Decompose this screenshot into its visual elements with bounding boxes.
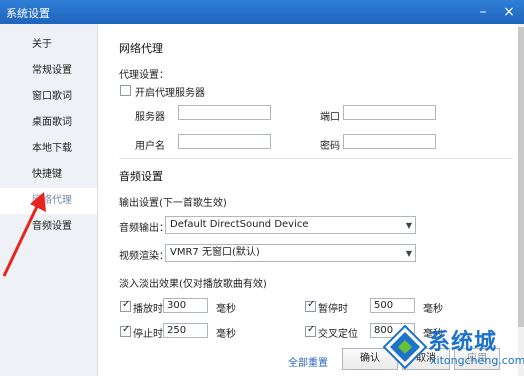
stop-fade-input[interactable]: 250 (163, 323, 208, 338)
minimize-icon[interactable]: – (470, 0, 496, 24)
server-input[interactable] (178, 105, 271, 120)
title-bar: 系统设置 – × (0, 0, 524, 24)
password-input[interactable] (343, 134, 436, 149)
close-icon[interactable]: × (496, 0, 522, 24)
watermark: 系统城 xitongcheng.com (382, 322, 524, 374)
sidebar-item-window-lyrics[interactable]: 窗口歌词 (0, 84, 97, 110)
username-input[interactable] (178, 134, 271, 149)
sidebar-item-desktop-lyrics[interactable]: 桌面歌词 (0, 110, 97, 136)
site-logo-icon (382, 324, 428, 370)
pause-fade-input[interactable]: 500 (370, 298, 415, 313)
play-fade-input[interactable]: 300 (163, 298, 208, 313)
password-label: 密码 (320, 141, 340, 152)
audio-output-value: Default DirectSound Device (170, 219, 309, 230)
play-fade-unit: 毫秒 (216, 304, 236, 315)
proxy-section-title: 网络代理 (119, 42, 163, 55)
video-render-label: 视频渲染： (119, 251, 169, 262)
chevron-down-icon: ▼ (405, 249, 412, 258)
sidebar-item-general[interactable]: 常规设置 (0, 58, 97, 84)
play-fade-checkbox[interactable] (120, 299, 131, 312)
sidebar-item-hotkeys[interactable]: 快捷键 (0, 162, 97, 188)
watermark-title: 系统城 (428, 330, 498, 355)
reset-all-link[interactable]: 全部重置 (288, 354, 328, 369)
seek-fade-checkbox[interactable] (305, 324, 316, 337)
pause-fade-checkbox[interactable] (305, 299, 316, 312)
pause-fade-label: 暂停时 (318, 304, 348, 315)
scrollbar-thumb[interactable] (518, 27, 524, 327)
video-render-value: VMR7 无窗口(默认) (170, 247, 260, 258)
seek-fade-label: 交叉定位 (318, 329, 358, 340)
sidebar-item-local-download[interactable]: 本地下载 (0, 136, 97, 162)
stop-fade-unit: 毫秒 (216, 329, 236, 340)
video-render-select[interactable]: VMR7 无窗口(默认) ▼ (165, 244, 416, 262)
pause-fade-unit: 毫秒 (423, 304, 443, 315)
server-label: 服务器 (135, 112, 165, 123)
output-settings-label: 输出设置(下一首歌生效) (119, 198, 227, 209)
stop-fade-label: 停止时 (133, 329, 163, 340)
play-fade-label: 播放时 (133, 304, 163, 315)
fade-effect-label: 淡入淡出效果(仅对播放歌曲有效) (119, 279, 267, 290)
audio-section-title: 音频设置 (119, 170, 163, 183)
proxy-settings-label: 代理设置： (119, 70, 169, 81)
port-label: 端口 (320, 112, 340, 123)
watermark-url: xitongcheng.com (430, 354, 524, 367)
enable-proxy-checkbox[interactable] (120, 85, 131, 96)
section-divider (119, 158, 513, 159)
enable-proxy-label: 开启代理服务器 (135, 88, 205, 99)
audio-output-label: 音频输出： (119, 223, 169, 234)
port-input[interactable] (343, 105, 436, 120)
annotation-arrow-icon (2, 192, 46, 277)
username-label: 用户名 (135, 141, 165, 152)
sidebar-item-about[interactable]: 关于 (0, 32, 97, 58)
stop-fade-checkbox[interactable] (120, 324, 131, 337)
window-title: 系统设置 (6, 7, 50, 20)
chevron-down-icon: ▼ (405, 221, 412, 230)
audio-output-select[interactable]: Default DirectSound Device ▼ (165, 216, 416, 234)
